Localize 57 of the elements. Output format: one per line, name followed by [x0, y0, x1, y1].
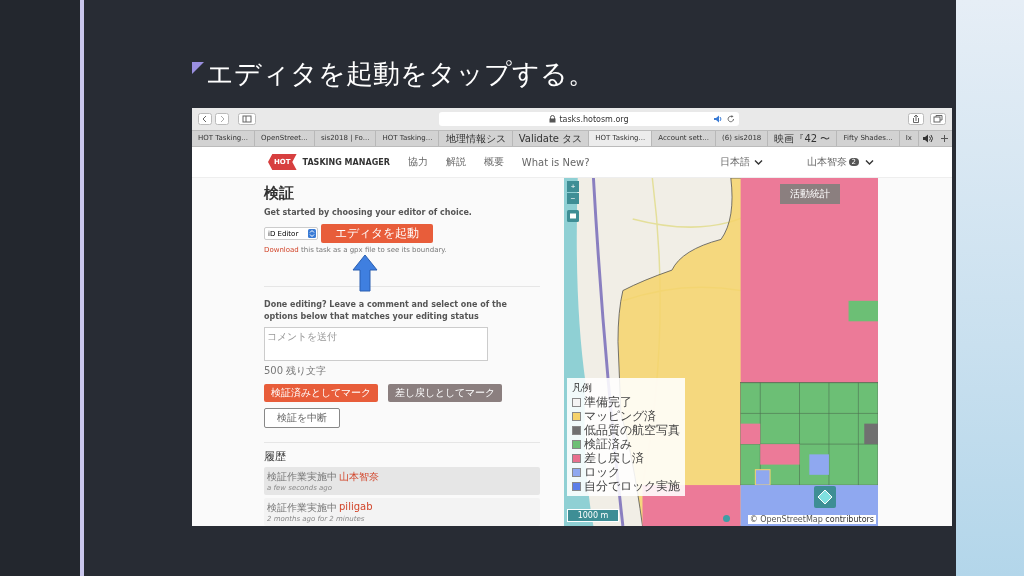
lock-icon [549, 115, 557, 123]
language-menu[interactable]: 日本語 [719, 155, 750, 169]
nav-link[interactable]: 解説 [445, 155, 466, 169]
speaker-icon [922, 134, 935, 143]
legend-label: ロック [584, 465, 620, 479]
url-text: tasks.hotosm.org [559, 114, 629, 124]
sidebar-icon[interactable] [238, 113, 256, 125]
comment-field[interactable]: コメントを送付 [264, 327, 488, 361]
user-link[interactable]: 山本智奈 [339, 470, 379, 484]
browser-tab[interactable]: 映画『42 〜 [768, 131, 838, 146]
legend-label: 検証済み [584, 437, 632, 451]
attribution-link[interactable]: contributors [825, 515, 874, 524]
action-button[interactable]: 検証済みとしてマーク [264, 384, 378, 402]
history-heading: 履歴 [264, 449, 287, 464]
speaker-icon [714, 115, 723, 123]
user-menu[interactable]: 山本智奈 [806, 155, 847, 169]
stats-button[interactable]: 活動統計 [780, 184, 840, 204]
legend-label: 準備完了 [584, 395, 632, 409]
history-action: 検証作業実施中 [267, 470, 337, 484]
share-icon[interactable] [908, 113, 924, 125]
back-icon[interactable] [198, 113, 212, 125]
address-bar[interactable]: tasks.hotosm.org [439, 112, 739, 126]
reload-icon [727, 115, 735, 123]
task-layer-icon[interactable] [567, 210, 579, 222]
logo-text[interactable]: TASKING MANAGER [302, 157, 390, 167]
section-heading: 検証 [264, 184, 295, 203]
legend-title: 凡例 [572, 381, 593, 395]
map-attribution: © OpenStreetMap contributors [747, 515, 876, 524]
plus-icon[interactable] [940, 134, 950, 143]
layers-icon[interactable] [814, 486, 836, 508]
instructions-text: Done editing? Leave a comment and select one of the options below that matches your editing status [264, 299, 508, 323]
nav-link[interactable]: 概要 [483, 155, 504, 169]
legend-label: マッピング済 [584, 409, 656, 423]
nav-link[interactable]: 協力 [407, 155, 428, 169]
zoom-in-button[interactable]: + [567, 181, 579, 192]
action-button[interactable]: 差し戻しとしてマーク [388, 384, 502, 402]
character-count: 500 残り文字 [264, 364, 328, 378]
nav-link[interactable]: What is New? [521, 156, 590, 168]
action-button[interactable]: 検証を中断 [264, 408, 340, 428]
legend-label: 低品質の航空写真 [584, 423, 680, 437]
history-action: 検証作業実施中 [267, 501, 337, 515]
legend-label: 差し戻し済 [584, 451, 644, 465]
up-arrow [352, 254, 378, 292]
slide-title: エディタを起動をタップする。 [206, 58, 595, 90]
browser-tab[interactable]: 地理情報シス [439, 131, 513, 146]
intro-text: Get started by choosing your editor of choice. [264, 207, 473, 219]
caret-icon [753, 159, 763, 165]
user-link[interactable]: piligab [339, 501, 373, 515]
zoom-out-button[interactable]: − [567, 193, 579, 204]
caret-icon [865, 159, 874, 165]
legend-label: 自分でロック実施 [584, 479, 680, 493]
info-icon [723, 515, 730, 522]
start-editor-button[interactable]: エディタを起動 [321, 224, 433, 243]
corner-mark [192, 62, 204, 74]
scale-bar: 1000 m [567, 509, 619, 522]
stepper-icon [308, 229, 316, 238]
tabs-icon[interactable] [930, 113, 946, 125]
